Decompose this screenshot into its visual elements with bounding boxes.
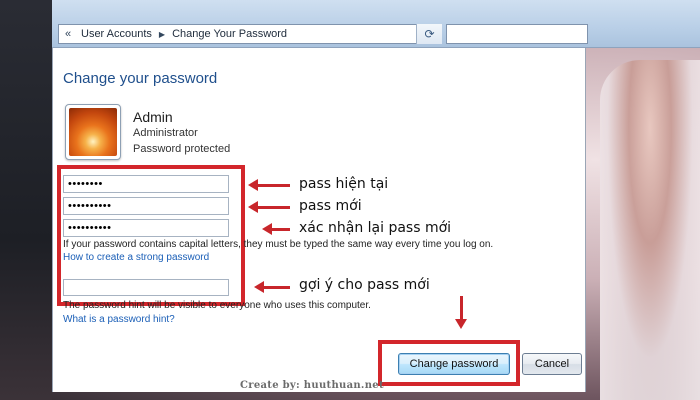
- annotation-confirm-password: xác nhận lại pass mới: [299, 220, 452, 236]
- desktop-background-photo: [600, 60, 700, 400]
- change-password-button[interactable]: Change password: [398, 353, 510, 375]
- hint-visibility-note: The password hint will be visible to eve…: [63, 300, 371, 311]
- confirm-password-field[interactable]: ••••••••••: [63, 219, 229, 237]
- annotation-new-password: pass mới: [299, 198, 362, 214]
- current-password-field[interactable]: ••••••••: [63, 175, 229, 193]
- address-bar[interactable]: « User Accounts ▶ Change Your Password ▼: [58, 24, 442, 44]
- arrow-down-icon: [455, 296, 467, 329]
- back-chevron-icon[interactable]: «: [59, 28, 77, 40]
- user-password-status: Password protected: [133, 143, 231, 155]
- user-name: Admin: [133, 109, 173, 125]
- arrow-left-icon: [248, 201, 290, 213]
- arrow-left-icon: [254, 281, 290, 293]
- capital-letters-note: If your password contains capital letter…: [63, 239, 494, 250]
- new-password-field[interactable]: ••••••••••: [63, 197, 229, 215]
- desktop-background-left: [0, 0, 52, 400]
- breadcrumb-user-accounts[interactable]: User Accounts: [77, 28, 156, 40]
- flower-picture-icon: [69, 108, 117, 156]
- arrow-left-icon: [248, 179, 290, 191]
- search-input[interactable]: [446, 24, 588, 44]
- refresh-icon[interactable]: ⟳: [416, 24, 442, 44]
- password-hint-field[interactable]: [63, 279, 229, 296]
- arrow-left-icon: [262, 223, 290, 235]
- user-avatar: [65, 104, 121, 160]
- breadcrumb-change-password[interactable]: Change Your Password: [168, 28, 291, 40]
- annotation-password-hint: gợi ý cho pass mới: [299, 277, 430, 293]
- annotation-current-password: pass hiện tại: [299, 176, 389, 192]
- page-title: Change your password: [63, 70, 218, 87]
- breadcrumb-separator-icon: ▶: [158, 29, 166, 39]
- cancel-button[interactable]: Cancel: [522, 353, 582, 375]
- password-hint-link[interactable]: What is a password hint?: [63, 314, 175, 325]
- watermark-credit: Create by: huuthuan.net: [240, 380, 384, 391]
- strong-password-link[interactable]: How to create a strong password: [63, 252, 209, 263]
- user-role: Administrator: [133, 127, 198, 139]
